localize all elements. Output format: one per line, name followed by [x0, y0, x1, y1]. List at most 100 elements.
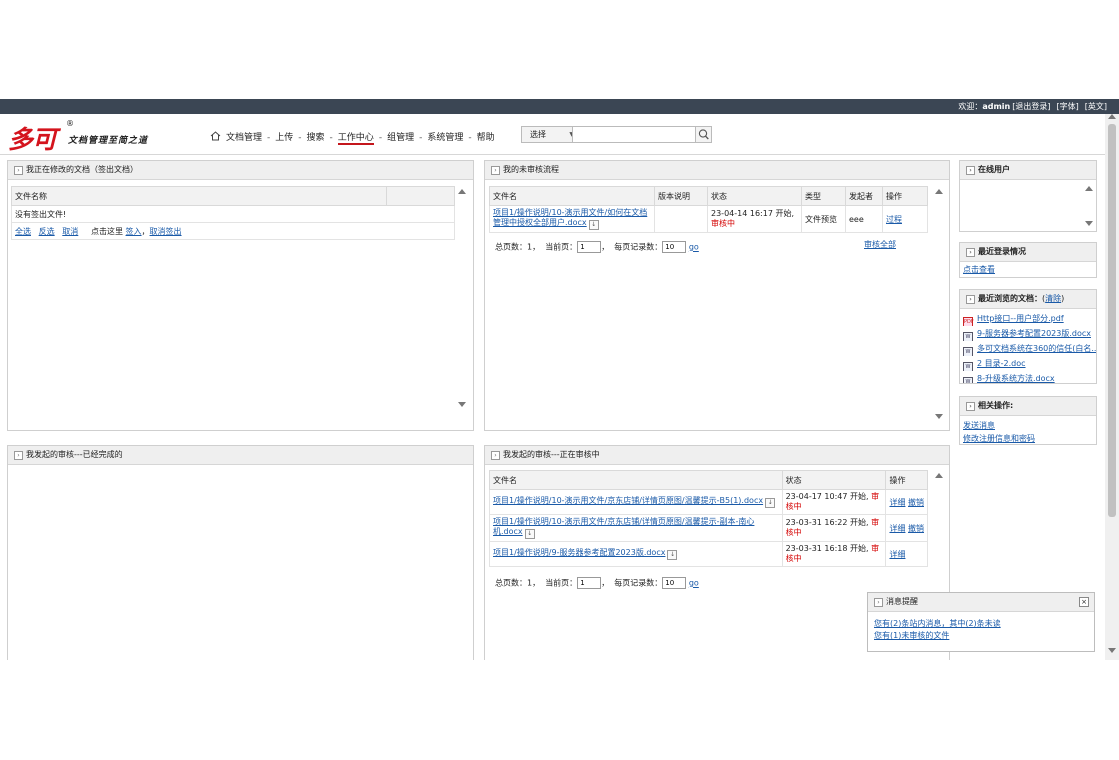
- detail-link[interactable]: 详细: [889, 550, 905, 559]
- current-page-label: 当前页：: [545, 578, 578, 588]
- logout-link[interactable]: [退出登录]: [1012, 102, 1050, 111]
- nav-item-workcenter[interactable]: 工作中心: [337, 133, 374, 145]
- collapse-icon[interactable]: ›: [966, 402, 975, 411]
- revoke-link[interactable]: 撤销: [908, 498, 924, 507]
- scroll-down-icon[interactable]: [1085, 221, 1093, 226]
- panel-scrollbar-bottom[interactable]: [935, 414, 945, 419]
- scroll-down-icon[interactable]: [458, 402, 466, 407]
- collapse-icon[interactable]: ›: [966, 248, 975, 257]
- checkin-link[interactable]: 签入: [126, 227, 142, 236]
- recent-doc-link[interactable]: Http接口--用户部分.pdf: [977, 314, 1064, 323]
- collapse-icon[interactable]: ›: [14, 451, 23, 460]
- process-link[interactable]: 过程: [886, 215, 902, 224]
- scroll-down-icon[interactable]: [1108, 648, 1116, 653]
- table-row: 项目1/操作说明/10-演示用文件/如何在文档管理中授权全部用户.docx ↓ 2…: [489, 205, 928, 233]
- language-link[interactable]: [英文]: [1085, 102, 1107, 111]
- revoke-link[interactable]: 撤销: [908, 524, 924, 533]
- download-icon[interactable]: ↓: [765, 498, 776, 508]
- cancel-selection-link[interactable]: 取消: [62, 227, 78, 236]
- detail-link[interactable]: 详细: [889, 498, 905, 507]
- main-nav: 文档管理 - 上传 - 搜索 - 工作中心 - 组管理 - 系统管理 - 帮助: [210, 130, 495, 145]
- home-icon[interactable]: [210, 131, 221, 141]
- review-all-link[interactable]: 审核全部: [864, 239, 896, 250]
- view-login-link[interactable]: 点击查看: [963, 265, 995, 274]
- nav-item-upload[interactable]: 上传: [275, 133, 293, 143]
- scrollbar-thumb[interactable]: [1108, 124, 1116, 517]
- search-input[interactable]: [572, 126, 702, 143]
- panel-scrollbar[interactable]: [458, 189, 468, 194]
- scroll-up-icon[interactable]: [1108, 114, 1116, 119]
- panel-checked-out: › 我正在修改的文档（签出文档） 文件名称 没有签出文件! 全选 反选 取消 点击…: [7, 160, 474, 431]
- go-button[interactable]: go: [689, 243, 699, 252]
- search-button[interactable]: [695, 126, 712, 143]
- nav-item-groups[interactable]: 组管理: [387, 133, 414, 143]
- scroll-up-icon[interactable]: [935, 189, 943, 194]
- status-text: 23-04-17 10:47 开始,: [785, 492, 869, 501]
- recent-doc-link[interactable]: 8-升级系统方法.docx: [977, 374, 1055, 383]
- file-link[interactable]: 项目1/操作说明/9-服务器参考配置2023版.docx: [493, 548, 665, 557]
- scroll-up-icon[interactable]: [935, 473, 943, 478]
- panel-scrollbar-bottom[interactable]: [1085, 221, 1095, 226]
- list-item[interactable]: W 多可文档系统在360的信任(白名...: [960, 341, 1096, 356]
- current-page-input[interactable]: [577, 577, 602, 589]
- nav-item-search[interactable]: 搜索: [307, 133, 325, 143]
- nav-item-help[interactable]: 帮助: [477, 133, 495, 143]
- page-scrollbar[interactable]: [1105, 114, 1119, 660]
- list-item[interactable]: W 9-服务器参考配置2023版.docx: [960, 326, 1096, 341]
- panel-scrollbar[interactable]: [935, 189, 945, 194]
- nav-item-system[interactable]: 系统管理: [427, 133, 463, 143]
- list-item[interactable]: PDF Http接口--用户部分.pdf: [960, 311, 1096, 326]
- select-all-link[interactable]: 全选: [15, 227, 31, 236]
- scroll-up-icon[interactable]: [1085, 186, 1093, 191]
- cancel-checkout-link[interactable]: 取消签出: [150, 227, 182, 236]
- collapse-icon[interactable]: ›: [14, 166, 23, 175]
- collapse-icon[interactable]: ›: [874, 598, 883, 607]
- col-status: 状态: [781, 470, 887, 490]
- panel-recent-docs: › 最近浏览的文档：(清除) PDF Http接口--用户部分.pdf W 9-服务器…: [959, 289, 1097, 384]
- clear-history-link[interactable]: 清除: [1045, 294, 1061, 303]
- col-blank: [386, 186, 455, 206]
- col-action: 操作: [885, 470, 928, 490]
- download-icon[interactable]: ↓: [588, 220, 599, 230]
- inprogress-table: 文件名 状态 操作 项目1/操作说明/10-演示用文件/京东店铺/详情页原图/温…: [489, 470, 928, 567]
- recent-doc-link[interactable]: 9-服务器参考配置2023版.docx: [977, 329, 1091, 338]
- collapse-icon[interactable]: ›: [966, 295, 975, 304]
- list-item[interactable]: W 2 目录-2.doc: [960, 356, 1096, 371]
- panel-scrollbar-bottom[interactable]: [458, 402, 468, 407]
- panel-scrollbar[interactable]: [935, 473, 945, 478]
- panel-scrollbar[interactable]: [1085, 186, 1095, 191]
- font-link[interactable]: [字体]: [1057, 102, 1079, 111]
- recent-doc-link[interactable]: 多可文档系统在360的信任(白名...: [977, 344, 1096, 353]
- go-button[interactable]: go: [689, 579, 699, 588]
- unreviewed-files-link[interactable]: 您有(1)未审核的文件: [874, 631, 949, 640]
- nav-item-docs[interactable]: 文档管理: [226, 133, 262, 143]
- download-icon[interactable]: ↓: [667, 550, 678, 560]
- per-page-input[interactable]: [662, 241, 687, 253]
- list-item[interactable]: W 8-升级系统方法.docx: [960, 371, 1096, 383]
- welcome-label: 欢迎：: [958, 102, 983, 111]
- panel-title-text: 相关操作:: [978, 401, 1014, 410]
- download-icon[interactable]: ↓: [524, 529, 535, 539]
- close-icon[interactable]: ×: [1079, 597, 1089, 607]
- col-file: 文件名: [489, 186, 655, 206]
- col-status: 状态: [707, 186, 802, 206]
- per-page-input[interactable]: [662, 577, 687, 589]
- collapse-icon[interactable]: ›: [966, 166, 975, 175]
- click-here-hint: 点击这里: [91, 226, 123, 236]
- edit-profile-link[interactable]: 修改注册信息和密码: [963, 434, 1035, 443]
- current-page-input[interactable]: [577, 241, 602, 253]
- file-link[interactable]: 项目1/操作说明/10-演示用文件/京东店铺/详情页原图/温馨提示-B5(1).…: [493, 496, 763, 505]
- panel-title: › 相关操作:: [960, 397, 1096, 416]
- collapse-icon[interactable]: ›: [491, 451, 500, 460]
- collapse-icon[interactable]: ›: [491, 166, 500, 175]
- invert-selection-link[interactable]: 反选: [39, 227, 55, 236]
- recent-doc-link[interactable]: 2 目录-2.doc: [977, 359, 1026, 368]
- empty-message: 没有签出文件!: [11, 205, 455, 223]
- unread-messages-link[interactable]: 您有(2)条站内消息，其中(2)条未读: [874, 619, 1001, 628]
- col-version: 版本说明: [654, 186, 708, 206]
- detail-link[interactable]: 详细: [889, 524, 905, 533]
- scroll-down-icon[interactable]: [935, 414, 943, 419]
- file-link[interactable]: 项目1/操作说明/10-演示用文件/如何在文档管理中授权全部用户.docx: [493, 208, 647, 227]
- send-message-link[interactable]: 发送消息: [963, 421, 995, 430]
- scroll-up-icon[interactable]: [458, 189, 466, 194]
